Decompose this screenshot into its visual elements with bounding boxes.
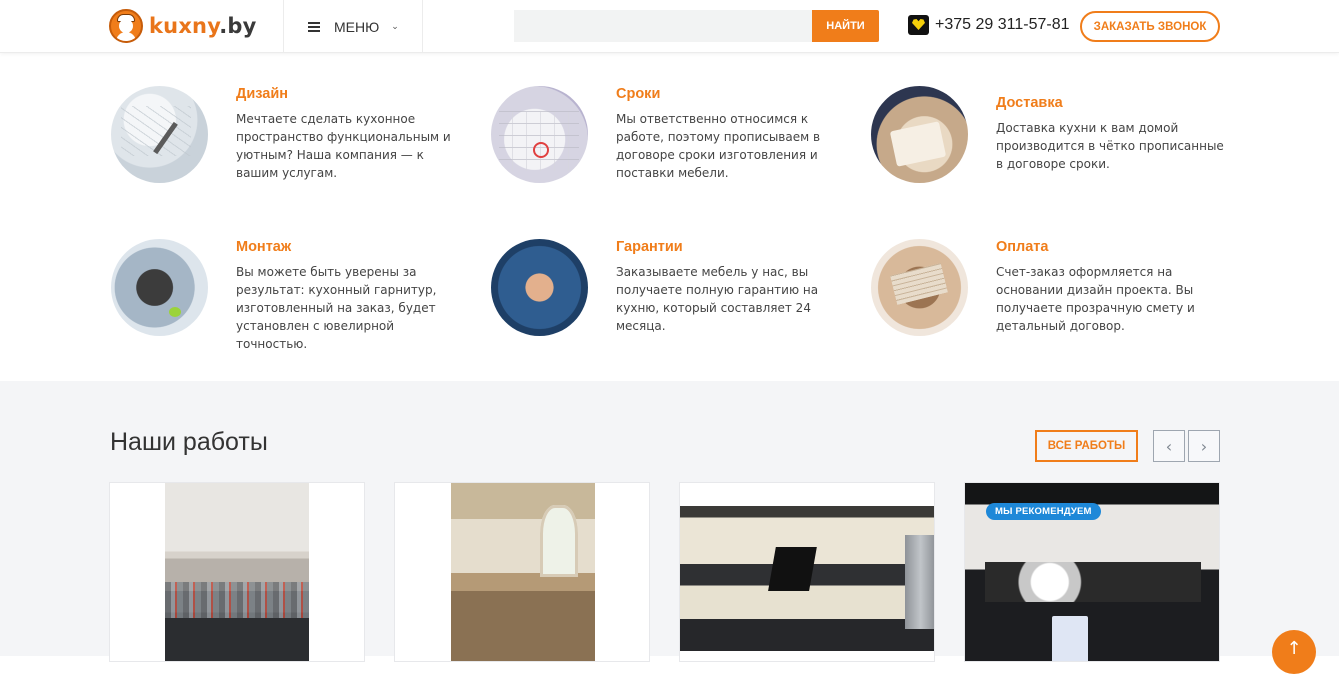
- feature-title: Монтаж: [236, 239, 292, 255]
- kitchen-photo: [680, 506, 934, 651]
- feature-title: Дизайн: [236, 86, 288, 102]
- recommended-badge: МЫ РЕКОМЕНДУЕМ: [986, 503, 1101, 520]
- feature-text: Заказываете мебель у нас, вы получаете п…: [616, 265, 819, 333]
- feature-text: Доставка кухни к вам домой производится …: [996, 121, 1224, 171]
- search-button[interactable]: НАЙТИ: [812, 10, 879, 42]
- carousel-next-button[interactable]: ›: [1188, 430, 1220, 462]
- logo[interactable]: kuxny.by: [109, 9, 257, 43]
- phone-number: +375 29 311-57-81: [935, 16, 1070, 33]
- works-section: Наши работы ВСЕ РАБОТЫ ‹ › МЫ РЕКОМЕНДУЕ…: [0, 381, 1339, 662]
- scroll-to-top-button[interactable]: ↑: [1272, 630, 1316, 674]
- feature-payment: Оплата Счет-заказ оформляется на основан…: [871, 239, 1231, 339]
- menu-button[interactable]: МЕНЮ ⌄: [283, 0, 423, 53]
- logo-text: kuxny.by: [149, 14, 257, 38]
- wallet-money-image: [871, 239, 968, 336]
- feature-text: Мы ответственно относимся к работе, поэт…: [616, 112, 821, 180]
- work-card[interactable]: [679, 482, 935, 662]
- delivery-signing-image: [871, 86, 968, 183]
- feature-guarantee: Гарантии Заказываете мебель у нас, вы по…: [491, 239, 851, 339]
- feature-delivery: Доставка Доставка кухни к вам домой прои…: [871, 86, 1231, 186]
- drill-image: [111, 239, 208, 336]
- chef-logo-icon: [109, 9, 143, 43]
- feature-title: Гарантии: [616, 239, 683, 255]
- kitchen-photo: [165, 483, 309, 661]
- phone-link[interactable]: +375 29 311-57-81: [908, 15, 1069, 35]
- all-works-button[interactable]: ВСЕ РАБОТЫ: [1035, 430, 1138, 462]
- feature-text: Вы можете быть уверены за результат: кух…: [236, 265, 437, 351]
- kitchen-photo: [451, 483, 595, 661]
- calendar-image: [491, 86, 588, 183]
- feature-title: Доставка: [996, 95, 1063, 111]
- feature-design: Дизайн Мечтаете сделать кухонное простра…: [111, 86, 471, 186]
- chevron-right-icon: ›: [1200, 436, 1208, 456]
- menu-label: МЕНЮ: [334, 18, 380, 35]
- work-card[interactable]: [394, 482, 650, 662]
- life-operator-icon: [908, 15, 929, 35]
- order-call-button[interactable]: ЗАКАЗАТЬ ЗВОНОК: [1080, 11, 1220, 42]
- work-card-recommended[interactable]: МЫ РЕКОМЕНДУЕМ: [964, 482, 1220, 662]
- feature-install: Монтаж Вы можете быть уверены за результ…: [111, 239, 471, 351]
- feature-text: Счет-заказ оформляется на основании диза…: [996, 265, 1195, 333]
- site-header: kuxny.by МЕНЮ ⌄ НАЙТИ +375 29 311-57-81 …: [0, 0, 1339, 53]
- chevron-down-icon: ⌄: [391, 21, 399, 31]
- logo-domain: .by: [219, 14, 257, 38]
- chevron-left-icon: ‹: [1165, 436, 1173, 456]
- works-title: Наши работы: [110, 428, 268, 456]
- hamburger-icon: [308, 21, 320, 32]
- carousel-prev-button[interactable]: ‹: [1153, 430, 1185, 462]
- feature-title: Сроки: [616, 86, 661, 102]
- search-input[interactable]: [514, 10, 812, 42]
- work-card[interactable]: [109, 482, 365, 662]
- feature-title: Оплата: [996, 239, 1049, 255]
- thumbs-up-image: [491, 239, 588, 336]
- feature-text: Мечтаете сделать кухонное пространство ф…: [236, 112, 451, 180]
- logo-name: kuxny: [149, 14, 220, 38]
- design-drawing-image: [111, 86, 208, 183]
- feature-terms: Сроки Мы ответственно относимся к работе…: [491, 86, 851, 186]
